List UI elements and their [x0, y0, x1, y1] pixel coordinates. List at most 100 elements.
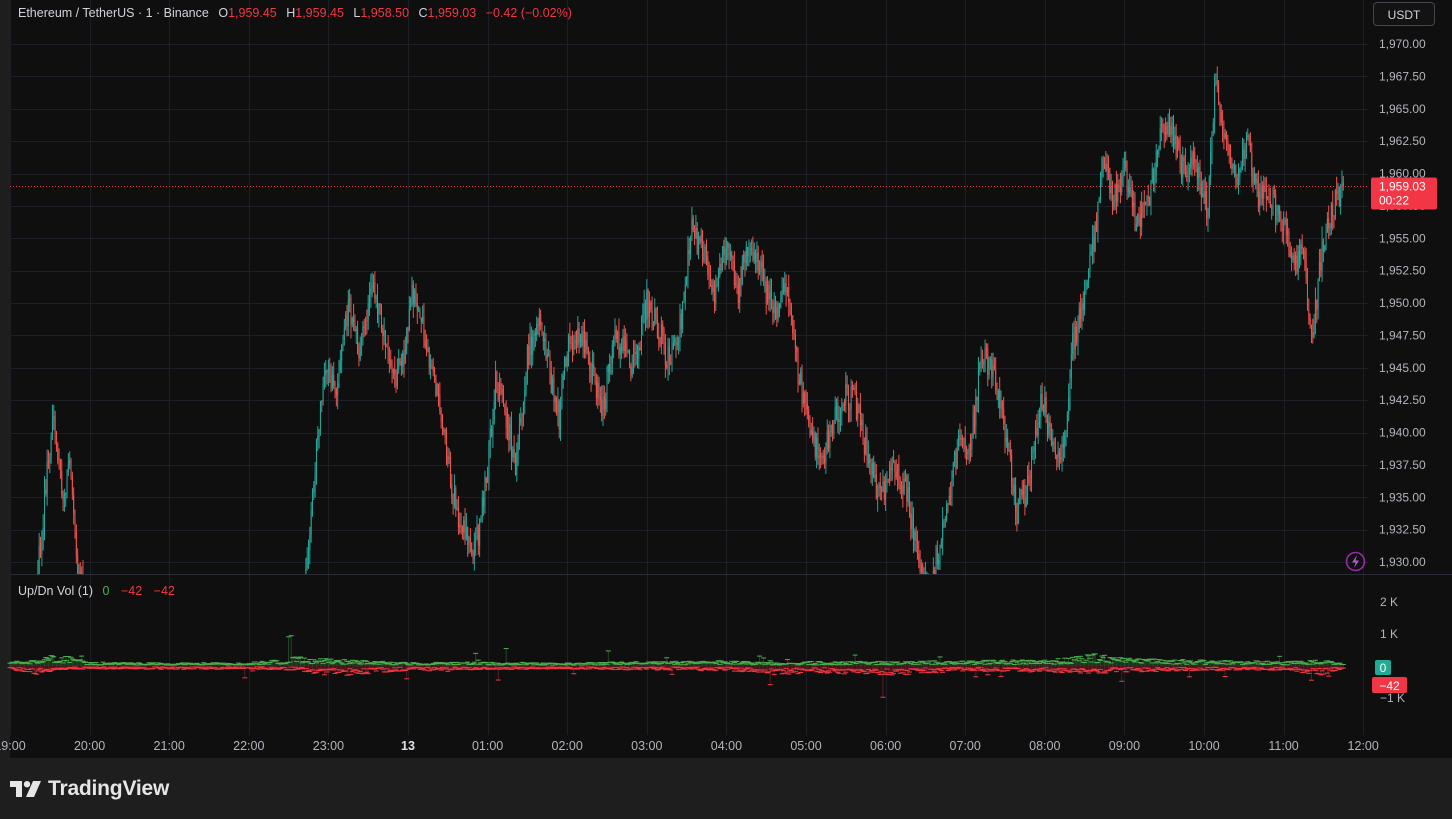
- candle: [343, 318, 345, 346]
- candle-body: [516, 452, 518, 476]
- chart-frame[interactable]: 1,970.001,967.501,965.001,962.501,960.00…: [0, 0, 1452, 819]
- candle: [476, 515, 478, 541]
- candle-body: [479, 518, 481, 546]
- candle: [383, 317, 385, 346]
- candle-body: [456, 507, 458, 510]
- candle: [387, 334, 389, 364]
- candle: [508, 414, 510, 453]
- candle-body: [663, 335, 665, 343]
- candle: [525, 371, 527, 397]
- candle: [70, 457, 72, 480]
- candle-body: [441, 421, 443, 432]
- candle-body: [436, 383, 438, 396]
- candle: [542, 331, 544, 351]
- candle-body: [613, 340, 615, 345]
- candle-body: [325, 370, 327, 375]
- candle-body: [67, 463, 69, 473]
- candle: [82, 560, 84, 575]
- candle-body: [643, 303, 645, 314]
- candle-body: [664, 342, 666, 365]
- candle: [587, 346, 589, 365]
- candle: [581, 325, 583, 348]
- candle: [341, 343, 343, 374]
- candle-body: [382, 328, 384, 337]
- candle-body: [626, 340, 628, 352]
- candle-body: [42, 527, 44, 543]
- candle-body: [333, 374, 335, 386]
- candle-body: [522, 401, 524, 419]
- candle: [349, 288, 351, 313]
- candle: [347, 290, 349, 337]
- candle: [633, 340, 635, 375]
- candle-body: [432, 365, 434, 372]
- candle: [321, 400, 323, 413]
- candle: [634, 340, 636, 368]
- candle-body: [53, 416, 55, 419]
- candle: [572, 330, 574, 363]
- candle-body: [355, 329, 357, 331]
- candle-body: [648, 301, 650, 318]
- candle-body: [548, 353, 550, 355]
- candle: [658, 322, 660, 351]
- candle: [423, 302, 425, 349]
- candle-body: [485, 477, 487, 483]
- candle: [71, 471, 73, 500]
- candle: [550, 360, 552, 394]
- candle: [532, 329, 534, 366]
- candle-body: [379, 303, 381, 307]
- candle: [593, 352, 595, 377]
- candle: [57, 441, 59, 465]
- candle: [496, 370, 498, 394]
- candle-body: [536, 324, 538, 336]
- candle: [655, 307, 657, 325]
- candle: [544, 325, 546, 356]
- candle-body: [77, 556, 79, 574]
- candle: [441, 414, 443, 436]
- candle: [469, 527, 471, 553]
- candle: [453, 474, 455, 509]
- candle: [460, 512, 462, 535]
- candle: [630, 362, 632, 382]
- candle: [499, 372, 501, 407]
- candle: [435, 374, 437, 398]
- candle: [63, 488, 65, 512]
- candle-body: [370, 287, 372, 295]
- candle-body: [477, 526, 479, 546]
- candle: [500, 377, 502, 396]
- candle-body: [65, 493, 67, 495]
- candle-body: [79, 571, 81, 574]
- candle-body: [371, 285, 373, 288]
- candle-body: [614, 329, 616, 341]
- candle: [376, 283, 378, 324]
- candle: [617, 330, 619, 350]
- candle: [345, 311, 347, 331]
- candle-body: [642, 313, 644, 323]
- candle: [65, 492, 67, 507]
- candle: [473, 532, 475, 571]
- candle: [582, 322, 584, 359]
- candle-body: [399, 358, 401, 361]
- candle-body: [593, 363, 595, 369]
- candle-body: [512, 449, 514, 458]
- candle: [418, 305, 420, 313]
- candle-body: [353, 318, 355, 322]
- candle: [419, 307, 421, 319]
- candle-body: [315, 440, 317, 474]
- candle: [635, 343, 637, 366]
- candle: [621, 338, 623, 360]
- candle: [614, 318, 616, 347]
- candle-body: [406, 327, 408, 350]
- candle: [660, 316, 662, 355]
- candle-body: [392, 369, 394, 373]
- candle-body: [50, 436, 52, 460]
- candle: [643, 289, 645, 324]
- candle: [625, 328, 627, 358]
- candle: [480, 515, 482, 523]
- candle: [331, 366, 333, 392]
- candle: [573, 334, 575, 356]
- candle-body: [573, 343, 575, 350]
- candle: [533, 330, 535, 351]
- candle-body: [306, 556, 308, 569]
- candle: [395, 369, 397, 393]
- candle: [329, 357, 331, 383]
